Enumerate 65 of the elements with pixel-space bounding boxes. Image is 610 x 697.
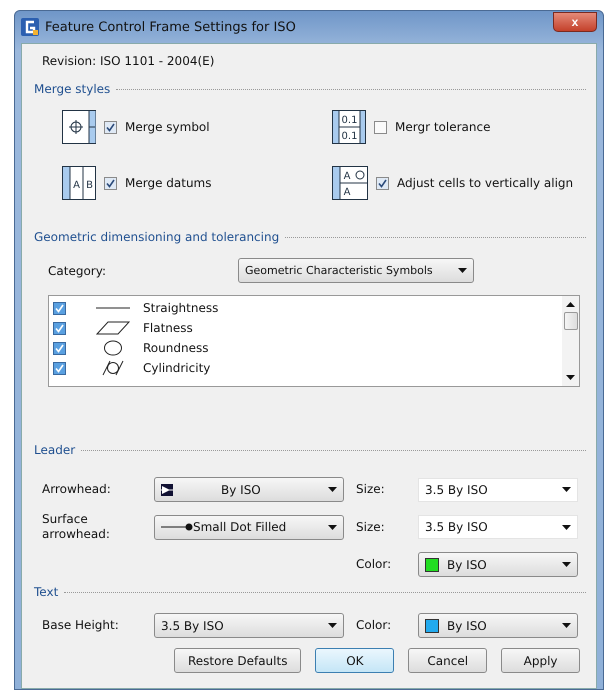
caret-icon — [562, 562, 571, 567]
list-item[interactable]: Flatness — [143, 321, 562, 335]
caret-icon — [328, 623, 337, 628]
dropdown[interactable]: By ISO — [418, 613, 578, 638]
dialog-button[interactable]: OK — [315, 648, 394, 673]
position-frame-icon — [62, 110, 96, 144]
arrowhead-icon — [161, 484, 173, 496]
checkbox[interactable] — [53, 302, 66, 314]
checkbox-label: Adjust cells to vertically align — [397, 176, 574, 190]
checkbox[interactable] — [53, 322, 66, 334]
checkbox[interactable] — [104, 176, 117, 190]
checkbox[interactable] — [53, 362, 66, 374]
scroll-thumb[interactable] — [564, 312, 578, 330]
checkbox[interactable] — [53, 342, 66, 354]
checkbox[interactable] — [376, 176, 389, 190]
list-item[interactable]: Cylindricity — [143, 361, 562, 375]
field-label: Size: — [356, 482, 386, 497]
window-title: Feature Control Frame Settings for ISO — [45, 20, 297, 34]
field-label: Color: — [356, 618, 392, 633]
dropdown[interactable]: Geometric Characteristic Symbols — [238, 258, 474, 283]
checkbox-label: Merge symbol — [125, 120, 210, 134]
circle-icon — [103, 340, 123, 356]
checkbox-label: Merge datums — [125, 176, 212, 190]
tolerance-frame-icon: 0.1 0.1 — [332, 110, 366, 144]
caret-icon — [566, 302, 575, 307]
field-label: Arrowhead: — [42, 482, 112, 497]
checkbox-label: Mergr tolerance — [395, 120, 490, 134]
dropdown[interactable]: 3.5 By ISO — [154, 613, 344, 638]
revision-text: Revision: ISO 1101 - 2004(E) — [42, 54, 216, 68]
section-heading: Merge styles — [34, 82, 110, 96]
checkbox[interactable] — [374, 120, 387, 134]
parallelogram-icon — [96, 321, 130, 335]
line-dot-icon — [161, 523, 193, 531]
caret-icon — [566, 375, 575, 380]
list-item[interactable]: Roundness — [143, 341, 562, 355]
combo-field[interactable]: 3.5 By ISO — [418, 515, 578, 539]
field-label: Category: — [48, 264, 107, 278]
dialog-button[interactable]: Apply — [501, 648, 580, 673]
dialog-button[interactable]: Restore Defaults — [174, 648, 302, 673]
app-logo-icon — [21, 18, 39, 36]
cylindricity-icon — [101, 360, 125, 376]
caret-icon — [562, 487, 571, 492]
section-heading: Text — [34, 585, 58, 599]
field-label: Color: — [356, 557, 392, 572]
datum-frame-icon: A B — [62, 166, 96, 200]
dialog-button[interactable]: Cancel — [408, 648, 488, 673]
section-heading: Geometric dimensioning and tolerancing — [34, 230, 280, 244]
aligned-frame-icon: A A — [332, 166, 368, 200]
scrollbar[interactable] — [562, 296, 579, 386]
dropdown[interactable]: By ISO — [154, 477, 344, 502]
caret-icon — [562, 623, 571, 628]
combo-field[interactable]: 3.5 By ISO — [418, 478, 578, 502]
section-heading: Leader — [34, 443, 76, 457]
field-label: Surface arrowhead: — [42, 512, 111, 542]
checkbox[interactable] — [104, 120, 117, 134]
caret-icon — [328, 487, 337, 492]
caret-icon — [458, 268, 467, 273]
close-button[interactable]: x — [553, 12, 597, 32]
dropdown[interactable]: By ISO — [418, 552, 578, 577]
field-label: Base Height: — [42, 618, 120, 633]
caret-icon — [562, 524, 571, 530]
caret-icon — [328, 524, 337, 530]
field-label: Size: — [356, 520, 386, 534]
dropdown[interactable]: Small Dot Filled — [154, 514, 344, 540]
list-item[interactable]: Straightness — [143, 301, 562, 315]
